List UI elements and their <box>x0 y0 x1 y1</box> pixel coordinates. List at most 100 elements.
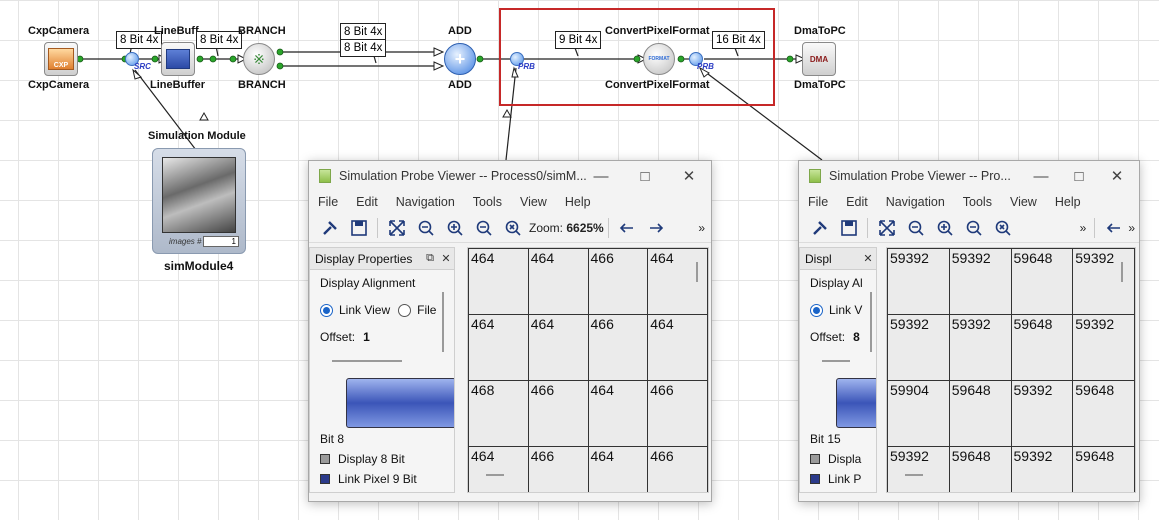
add-operator[interactable]: + <box>444 43 476 75</box>
branch-operator[interactable]: ※ <box>243 43 275 75</box>
pixel-cell[interactable]: 59648 <box>948 446 1012 492</box>
pixel-cell[interactable]: 59392 <box>887 314 950 381</box>
grid-vscrollbar[interactable] <box>696 262 698 282</box>
pixel-cell[interactable]: 464 <box>647 314 708 381</box>
props-scrollbar[interactable] <box>870 292 872 352</box>
pixel-cell[interactable]: 59904 <box>887 380 950 447</box>
link-view-radio[interactable] <box>810 303 823 317</box>
menu-file[interactable]: File <box>309 195 347 209</box>
pixel-cell[interactable]: 464 <box>468 314 529 381</box>
pixel-cell[interactable]: 466 <box>647 380 708 447</box>
menu-file[interactable]: File <box>799 195 837 209</box>
pixel-cell[interactable]: 466 <box>587 314 649 381</box>
menu-edit[interactable]: Edit <box>347 195 387 209</box>
table-row: 464 464 466 464 <box>468 248 708 315</box>
pixel-cell[interactable]: 464 <box>527 314 589 381</box>
zoom-reset-icon[interactable] <box>498 216 527 240</box>
grid-hscrollbar[interactable] <box>905 474 923 476</box>
toolbar-overflow-2[interactable]: » <box>1128 221 1139 235</box>
menu-tools[interactable]: Tools <box>464 195 511 209</box>
settings-tools-icon[interactable] <box>315 216 344 240</box>
pixel-cell[interactable]: 59392 <box>948 248 1012 315</box>
pixel-cell[interactable]: 59392 <box>887 248 950 315</box>
pixel-cell[interactable]: 464 <box>587 380 649 447</box>
pixel-cell[interactable]: 466 <box>527 446 589 492</box>
pixel-cell[interactable]: 59392 <box>1072 314 1135 381</box>
pixel-cell[interactable]: 464 <box>468 248 529 315</box>
menu-navigation[interactable]: Navigation <box>387 195 464 209</box>
pixel-cell[interactable]: 59648 <box>1072 446 1135 492</box>
menu-navigation[interactable]: Navigation <box>877 195 954 209</box>
props-hscrollbar[interactable] <box>332 360 402 362</box>
branch-icon: ※ <box>253 50 265 67</box>
menu-view[interactable]: View <box>511 195 556 209</box>
minimize-icon[interactable]: — <box>587 168 615 185</box>
pixel-cell[interactable]: 59648 <box>948 380 1012 447</box>
dmatopc-bottom-label: DmaToPC <box>794 79 846 91</box>
panel-close-icon[interactable]: ✕ <box>438 252 454 265</box>
maximize-icon[interactable]: □ <box>1065 168 1093 185</box>
menu-help[interactable]: Help <box>1046 195 1090 209</box>
pixel-cell[interactable]: 59392 <box>1010 446 1074 492</box>
zoom-in-icon[interactable] <box>930 216 959 240</box>
arrow-left-icon[interactable] <box>613 216 642 240</box>
pixel-cell[interactable]: 468 <box>468 380 529 447</box>
fit-to-window-icon[interactable] <box>382 216 411 240</box>
link-view-radio[interactable] <box>320 303 333 317</box>
maximize-icon[interactable]: □ <box>631 168 659 185</box>
pixel-grid[interactable]: 59392 59392 59648 59392 59392 59392 5964… <box>886 247 1136 493</box>
toolbar-overflow[interactable]: » <box>1080 221 1091 235</box>
arrow-left-icon[interactable] <box>1099 216 1128 240</box>
zoom-in-icon[interactable] <box>440 216 469 240</box>
save-icon[interactable] <box>834 216 863 240</box>
grid-hscrollbar[interactable] <box>486 474 504 476</box>
linebuffer-operator[interactable] <box>161 42 195 76</box>
toolbar-overflow[interactable]: » <box>698 221 711 235</box>
pixel-cell[interactable]: 464 <box>527 248 589 315</box>
menu-edit[interactable]: Edit <box>837 195 877 209</box>
save-icon[interactable] <box>344 216 373 240</box>
app-icon <box>319 169 331 183</box>
dmatopc-operator[interactable]: DMA <box>802 42 836 76</box>
pixel-cell[interactable]: 466 <box>527 380 589 447</box>
minimize-icon[interactable]: — <box>1027 168 1055 185</box>
title-bar: Simulation Probe Viewer -- Process0/simM… <box>309 161 711 191</box>
zoom-value: 6625% <box>566 220 604 235</box>
pixel-cell[interactable]: 466 <box>587 248 649 315</box>
zoom-fit-icon[interactable] <box>901 216 930 240</box>
fit-to-window-icon[interactable] <box>872 216 901 240</box>
zoom-out-icon[interactable] <box>469 216 498 240</box>
pixel-cell[interactable]: 59648 <box>1010 314 1074 381</box>
pixel-cell[interactable]: 59392 <box>887 446 950 492</box>
pixel-grid[interactable]: 464 464 466 464 464 464 466 464 468 466 … <box>467 247 709 493</box>
grid-vscrollbar[interactable] <box>1121 262 1123 282</box>
pixel-cell[interactable]: 464 <box>468 446 529 492</box>
pixel-cell[interactable]: 59648 <box>1010 248 1074 315</box>
menu-tools[interactable]: Tools <box>954 195 1001 209</box>
close-icon[interactable]: ✕ <box>675 167 703 185</box>
float-icon[interactable]: ⧉ <box>422 252 438 265</box>
display-alignment-label: Display Al <box>810 276 863 290</box>
arrow-right-icon[interactable] <box>642 216 671 240</box>
bit-visualization <box>836 378 876 428</box>
cxpcamera-operator[interactable]: CXP <box>44 42 78 76</box>
close-icon[interactable]: ✕ <box>1103 167 1131 185</box>
file-view-radio[interactable] <box>398 303 412 317</box>
zoom-fit-icon[interactable] <box>411 216 440 240</box>
panel-close-icon[interactable]: ✕ <box>860 252 876 265</box>
props-hscrollbar[interactable] <box>822 360 850 362</box>
zoom-out-icon[interactable] <box>959 216 988 240</box>
pixel-cell[interactable]: 59648 <box>1072 380 1135 447</box>
zoom-reset-icon[interactable] <box>988 216 1017 240</box>
settings-tools-icon[interactable] <box>805 216 834 240</box>
props-scrollbar[interactable] <box>442 292 444 352</box>
pixel-cell[interactable]: 59392 <box>1072 248 1135 315</box>
menu-help[interactable]: Help <box>556 195 600 209</box>
sim-module-operator[interactable]: images # 1 <box>152 148 246 254</box>
pixel-cell[interactable]: 464 <box>587 446 649 492</box>
pixel-cell[interactable]: 59392 <box>948 314 1012 381</box>
pixel-cell[interactable]: 59392 <box>1010 380 1074 447</box>
menu-view[interactable]: View <box>1001 195 1046 209</box>
pixel-cell[interactable]: 464 <box>647 248 708 315</box>
pixel-cell[interactable]: 466 <box>647 446 708 492</box>
